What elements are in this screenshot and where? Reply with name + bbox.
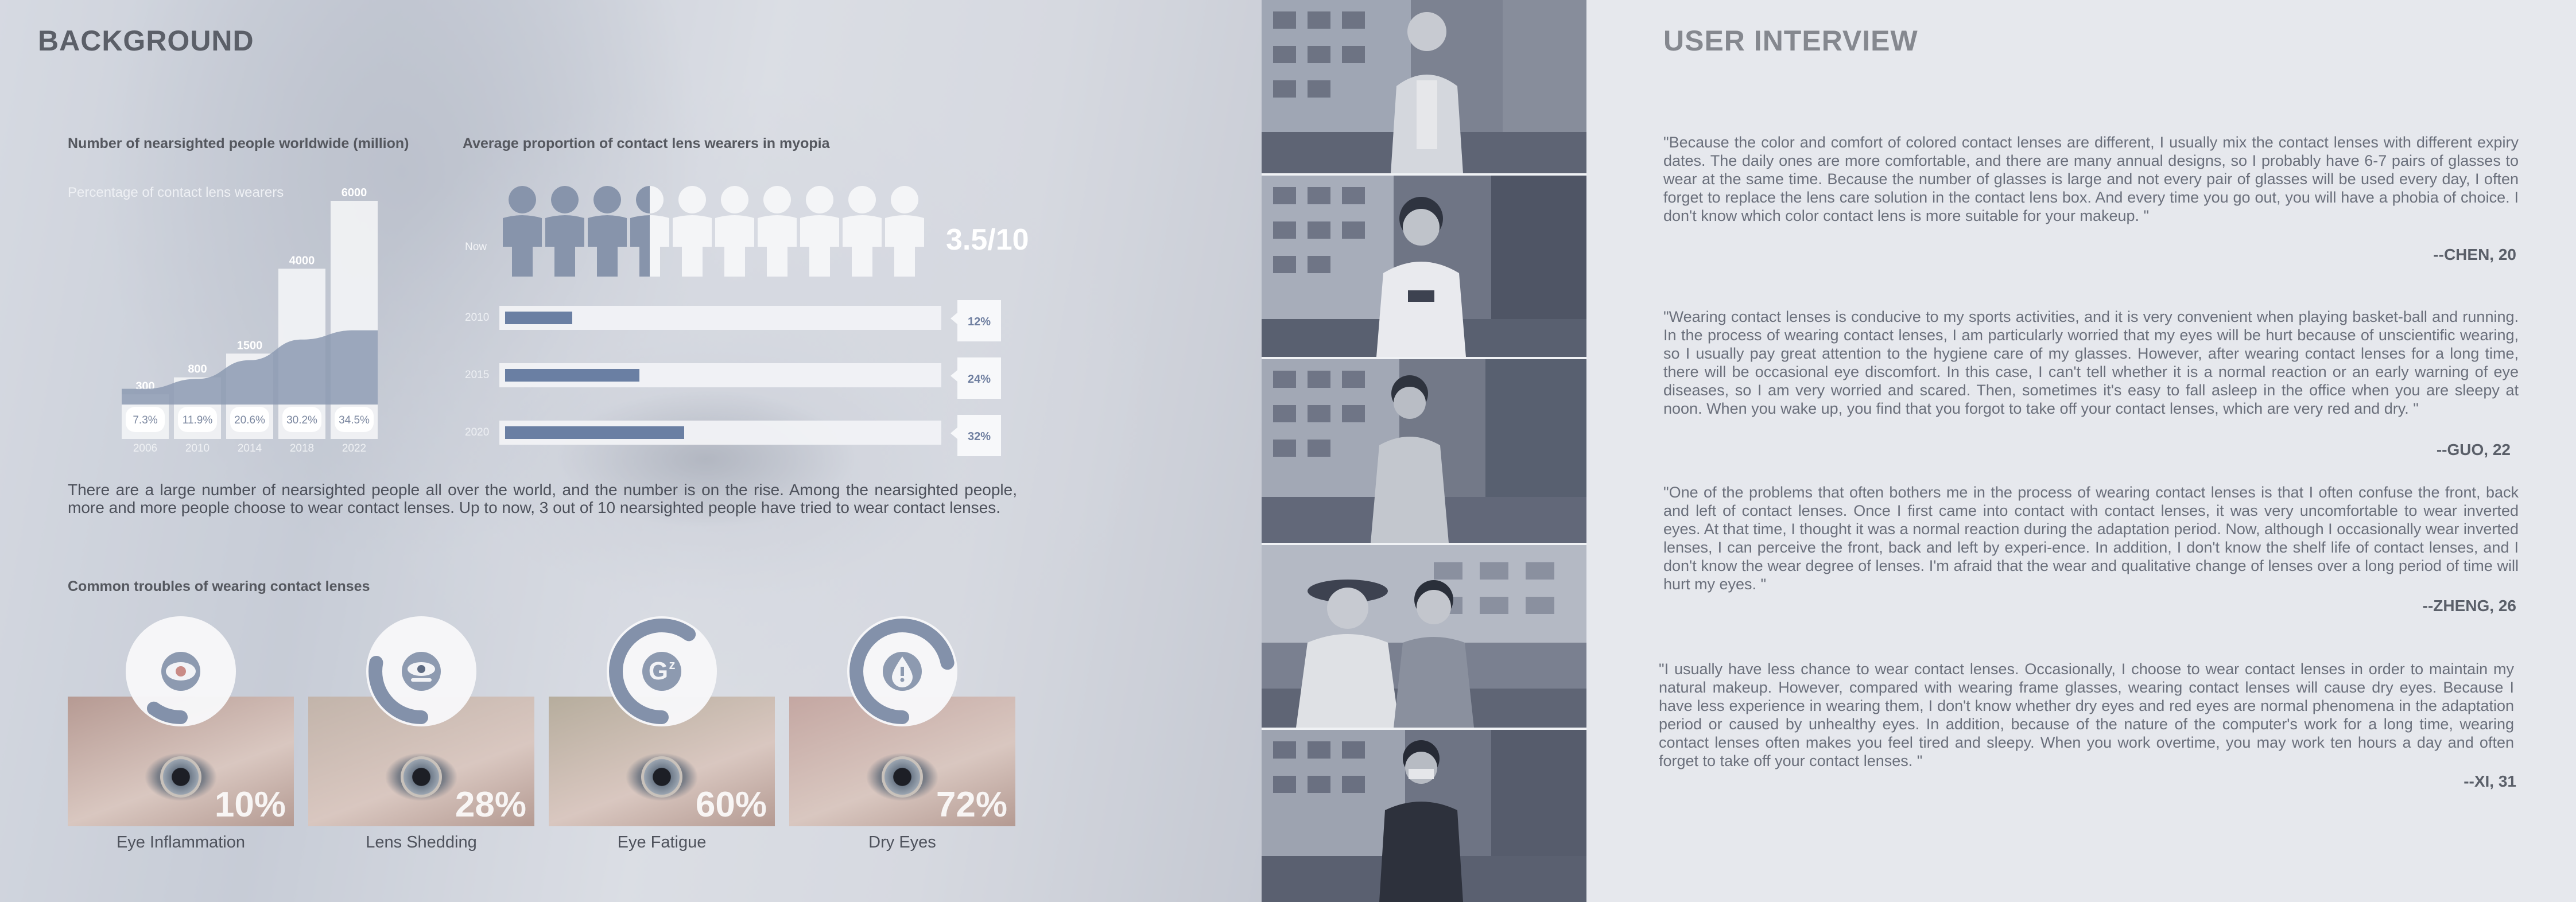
interviewee-photo-5 [1262, 730, 1586, 902]
trouble-percent: 60% [695, 785, 767, 825]
lens-wearer-proportion-chart: 2010 12% 2015 24% 2020 32% [465, 300, 1001, 456]
nearsighted-bar-chart: 3008001500400060007.3%200611.9%201020.6%… [122, 186, 378, 454]
person-icon-2 [545, 186, 584, 277]
eye-image [160, 756, 201, 798]
trouble-percent: 10% [214, 785, 286, 825]
person-icon-4 [630, 186, 669, 277]
interview-author-1: --CHEN, 20 [2433, 246, 2516, 263]
population-value-2022: 6000 [342, 186, 367, 199]
person-icon-5 [673, 186, 712, 277]
percentage-label-2022: 34.5% [339, 414, 370, 426]
trouble-label: Eye Fatigue [617, 833, 707, 852]
year-tick-2020: 2020 [465, 426, 489, 438]
interviewee-photo-3 [1262, 359, 1586, 545]
percentage-label-2014: 20.6% [234, 414, 265, 426]
interview-quote-3: "One of the problems that often bothers … [1663, 484, 2519, 593]
trouble-percent: 72% [936, 785, 1007, 825]
population-value-2018: 4000 [289, 254, 315, 267]
people-ratio-icons [503, 186, 924, 277]
now-label: Now [465, 241, 487, 253]
interviewee-photo-strip [1262, 0, 1586, 902]
percentage-label-2006: 7.3% [133, 414, 157, 426]
interviewee-photo-2 [1262, 176, 1586, 359]
background-paragraph: There are a large number of nearsighted … [68, 481, 1017, 516]
proportion-bar-2015 [505, 369, 639, 382]
trouble-label: Lens Shedding [366, 833, 477, 852]
interview-title: USER INTERVIEW [1663, 25, 1918, 57]
troubles-title: Common troubles of wearing contact lense… [68, 578, 370, 594]
proportion-label-2010: 12% [968, 316, 991, 328]
population-value-2010: 800 [188, 363, 207, 376]
interviewee-photo-1 [1262, 0, 1586, 176]
interview-quote-2: "Wearing contact lenses is conducive to … [1663, 308, 2519, 417]
interview-author-4: --XI, 31 [2464, 772, 2516, 790]
year-tick-2015: 2015 [465, 369, 489, 381]
person-icon-9 [843, 186, 882, 277]
person-icon-7 [758, 186, 797, 277]
person-icon-6 [715, 186, 754, 277]
eye-image [882, 756, 923, 798]
percentage-label-2010: 11.9% [183, 414, 213, 426]
svg-text:z: z [669, 658, 676, 672]
percentage-label-2018: 30.2% [286, 414, 317, 426]
proportion-bar-2010 [505, 312, 572, 324]
ratio-value: 3.5/10 [946, 223, 1029, 256]
eye-fatigue-icon: Gz [607, 616, 717, 726]
user-interview-section: USER INTERVIEW "Because the color and co… [1586, 0, 2576, 902]
interview-quote-4: "I usually have less chance to wear cont… [1659, 660, 2514, 769]
svg-text:G: G [649, 657, 668, 685]
proportion-bar-2020 [505, 426, 684, 439]
eye-inflammation-icon [126, 616, 236, 726]
person-icon-10 [885, 186, 924, 277]
population-value-2014: 1500 [237, 339, 263, 352]
trouble-percent: 28% [455, 785, 526, 825]
interviewee-photo-4 [1262, 545, 1586, 730]
trouble-label: Eye Inflammation [116, 833, 246, 852]
trouble-label: Dry Eyes [868, 833, 936, 852]
interview-author-3: --ZHENG, 26 [2422, 597, 2516, 615]
chart2-title: Average proportion of contact lens weare… [463, 135, 830, 151]
lens-shedding-icon [366, 616, 476, 726]
person-icon-1 [503, 186, 542, 277]
person-icon-3 [588, 186, 627, 277]
year-tick-2014: 2014 [238, 442, 262, 454]
interview-author-2: --GUO, 22 [2436, 441, 2511, 458]
proportion-label-2020: 32% [968, 430, 991, 443]
year-tick-2006: 2006 [133, 442, 157, 454]
section-title: BACKGROUND [38, 25, 254, 57]
chart1-title: Number of nearsighted people worldwide (… [68, 135, 409, 151]
troubles-row: 10% Eye Inflammation 28% Lens Shedding 60% Gz… [0, 614, 1033, 855]
eye-image [641, 756, 682, 798]
year-tick-2018: 2018 [290, 442, 314, 454]
year-tick-2022: 2022 [342, 442, 366, 454]
dry-eyes-icon [847, 616, 957, 726]
interview-quote-1: "Because the color and comfort of colore… [1663, 134, 2519, 224]
year-tick-2010: 2010 [185, 442, 210, 454]
year-tick-2010: 2010 [465, 312, 489, 324]
eye-image [401, 756, 442, 798]
person-icon-8 [800, 186, 839, 277]
background-section: BACKGROUND Number of nearsighted people … [0, 0, 1262, 902]
proportion-label-2015: 24% [968, 373, 991, 386]
